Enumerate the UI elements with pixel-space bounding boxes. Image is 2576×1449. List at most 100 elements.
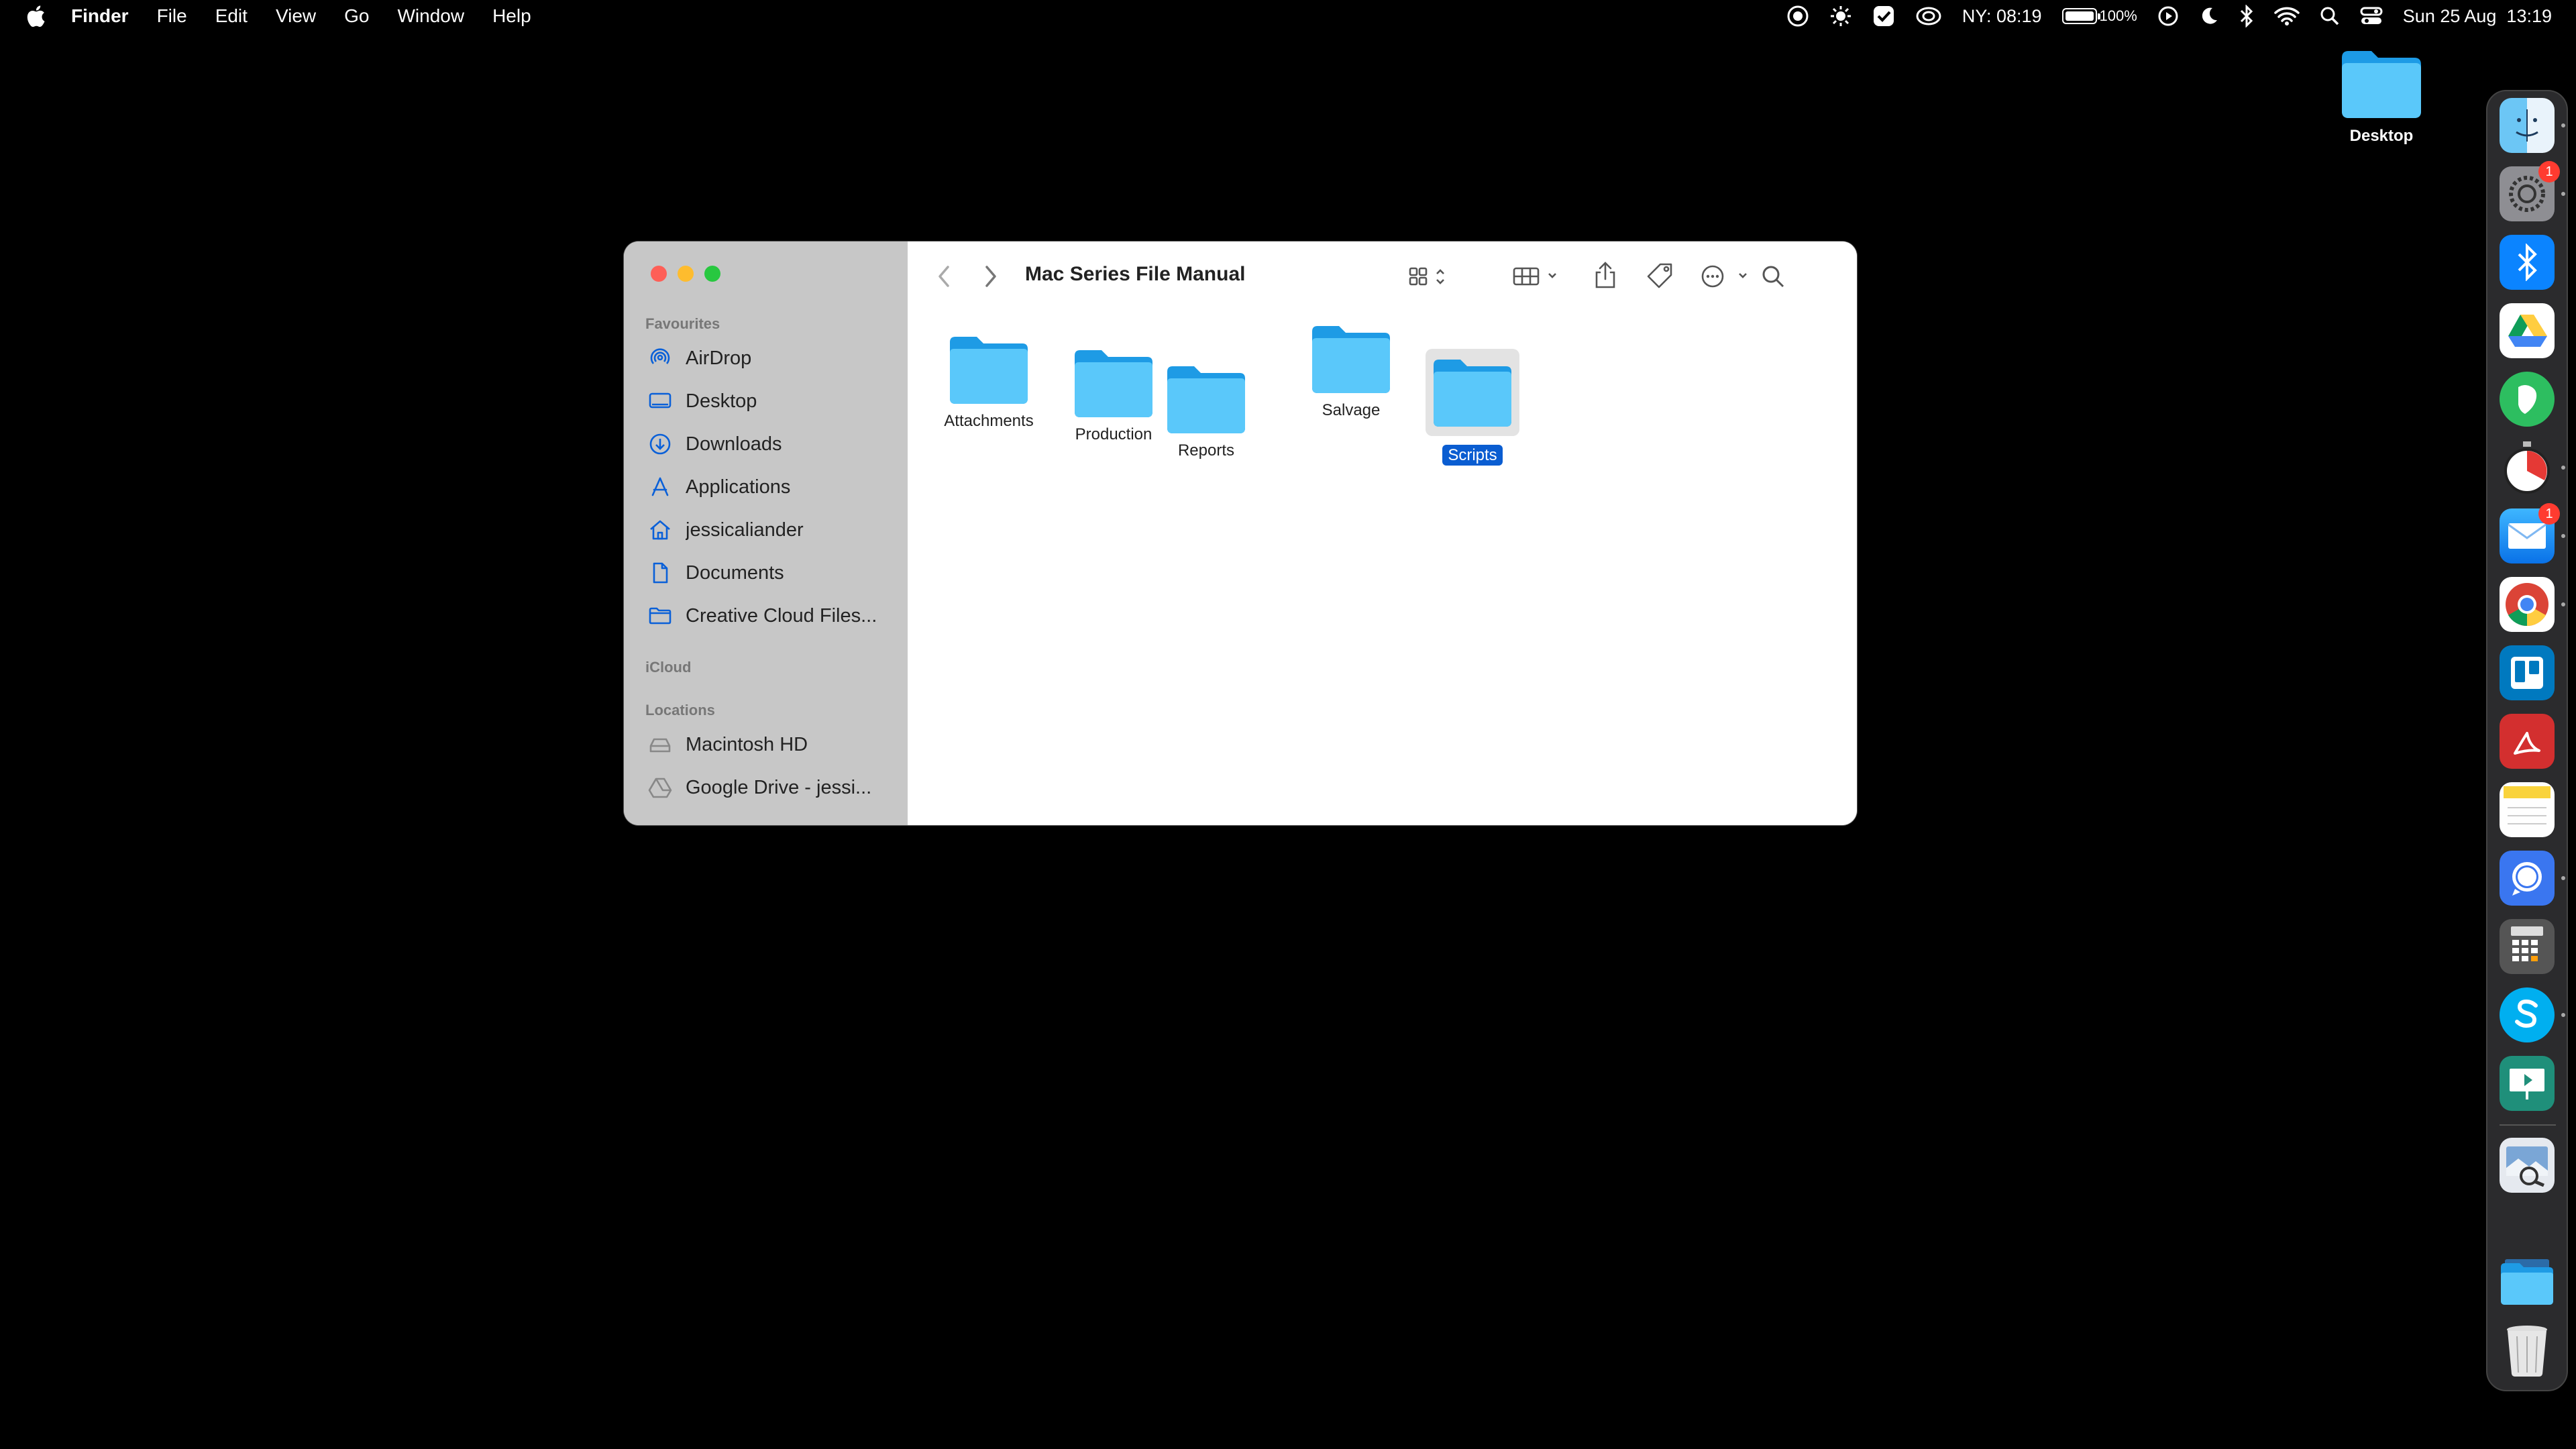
dock-preview-icon[interactable] [2500, 1138, 2555, 1193]
apple-logo-icon[interactable] [25, 5, 46, 28]
sidebar-item-label: Google Drive - jessi... [686, 776, 872, 798]
folder-name: Salvage [1322, 401, 1381, 419]
menubar-datetime[interactable]: Sun 25 Aug 13:19 [2403, 6, 2552, 27]
dock-bluetooth-icon[interactable] [2500, 235, 2555, 290]
battery-icon [2061, 8, 2100, 24]
sidebar-item-label: Applications [686, 476, 791, 498]
menu-edit[interactable]: Edit [215, 5, 248, 27]
folder-name: Attachments [944, 412, 1034, 430]
running-indicator [2561, 192, 2565, 196]
tag-icon[interactable] [1646, 262, 1675, 290]
battery-indicator[interactable]: 100% [2061, 7, 2137, 25]
dock-chrome-icon[interactable] [2500, 577, 2555, 632]
sidebar-item-downloads[interactable]: Downloads [648, 425, 896, 463]
applications-icon [651, 477, 669, 496]
moon-icon[interactable] [2199, 6, 2219, 26]
dock-google-drive-icon[interactable] [2500, 303, 2555, 358]
window-title: Mac Series File Manual [1025, 263, 1246, 285]
dock-skype-icon[interactable] [2500, 987, 2555, 1042]
dock-settings-icon[interactable]: 1 [2500, 161, 2560, 221]
wifi-icon[interactable] [2274, 6, 2300, 26]
group-by-icon[interactable] [1511, 263, 1565, 290]
forward-chevron-icon[interactable] [981, 264, 1000, 288]
menu-file[interactable]: File [157, 5, 187, 27]
sidebar-item-macintosh-hd[interactable]: Macintosh HD [648, 726, 896, 763]
dock-notes-icon[interactable] [2500, 782, 2555, 837]
dock-timer-icon[interactable] [2500, 440, 2555, 495]
dock-evernote-icon[interactable] [2500, 372, 2555, 427]
world-clock-text[interactable]: NY: 08:19 [1962, 6, 2042, 27]
dock-finder-icon[interactable] [2500, 98, 2555, 153]
desktop-folder[interactable]: Desktop [2334, 48, 2428, 146]
folder-icon [950, 337, 1028, 404]
dock-presentation-icon[interactable] [2500, 1056, 2555, 1111]
folder-icon [1075, 350, 1152, 417]
running-indicator [2561, 602, 2565, 606]
sidebar-item-label: Downloads [686, 433, 782, 455]
finder-toolbar: Mac Series File Manual [908, 241, 1857, 309]
folder-name: Production [1075, 425, 1152, 443]
folder-item-reports[interactable]: Reports [1149, 364, 1263, 460]
screen-record-icon[interactable] [1786, 5, 1809, 28]
icon-view-grid-icon[interactable] [1407, 263, 1456, 290]
downloads-icon [649, 433, 671, 455]
dock-mail-icon[interactable]: 1 [2500, 503, 2560, 564]
creative-cloud-icon[interactable] [1915, 5, 1942, 28]
zoom-button[interactable] [704, 266, 720, 282]
dock-downloads-stack-icon[interactable] [2500, 1254, 2555, 1309]
running-indicator [2561, 1013, 2565, 1017]
desktop-icon [649, 392, 672, 409]
dock-acrobat-icon[interactable] [2500, 714, 2555, 769]
search-icon[interactable] [1760, 263, 1786, 290]
thumb [1294, 323, 1408, 394]
sidebar-item-home[interactable]: jessicaliander [648, 511, 896, 549]
sidebar-item-creative-cloud[interactable]: Creative Cloud Files... [648, 597, 896, 635]
sidebar-section-icloud: iCloud [645, 659, 692, 676]
thumb [1426, 349, 1519, 436]
folder-item-salvage[interactable]: Salvage [1294, 323, 1408, 420]
control-center-icon[interactable] [2360, 6, 2383, 26]
sidebar-item-google-drive[interactable]: Google Drive - jessi... [648, 769, 896, 806]
close-button[interactable] [651, 266, 667, 282]
dock: 1 1 [2486, 90, 2568, 1391]
folder-item-scripts[interactable]: Scripts [1415, 349, 1529, 466]
sidebar-item-documents[interactable]: Documents [648, 554, 896, 592]
menu-go[interactable]: Go [344, 5, 369, 27]
sidebar-item-desktop[interactable]: Desktop [648, 382, 896, 420]
notification-badge: 1 [2538, 161, 2560, 182]
brightness-icon[interactable] [1829, 5, 1852, 28]
minimize-button[interactable] [678, 266, 694, 282]
menu-app-name[interactable]: Finder [71, 5, 129, 27]
dock-calculator-icon[interactable] [2500, 919, 2555, 974]
sidebar-item-label: Creative Cloud Files... [686, 604, 877, 627]
tasks-check-icon[interactable] [1872, 5, 1895, 28]
bluetooth-status-icon[interactable] [2239, 5, 2254, 28]
menu-help[interactable]: Help [492, 5, 531, 27]
google-drive-icon [648, 777, 672, 798]
dock-separator [2500, 1124, 2556, 1126]
thumb [932, 334, 1046, 405]
finder-sidebar: Favourites AirDrop Desktop Downloads App… [624, 241, 908, 825]
dock-trash-icon[interactable] [2500, 1323, 2555, 1378]
back-chevron-icon[interactable] [934, 264, 953, 288]
dock-signal-icon[interactable] [2500, 851, 2555, 906]
dock-trello-icon[interactable] [2500, 645, 2555, 700]
sidebar-item-airdrop[interactable]: AirDrop [648, 339, 896, 377]
sidebar-item-applications[interactable]: Applications [648, 468, 896, 506]
drive-icon [649, 738, 671, 753]
thumb [1149, 364, 1263, 435]
sidebar-item-label: Documents [686, 561, 784, 584]
airdrop-icon [650, 348, 670, 364]
menu-window[interactable]: Window [397, 5, 464, 27]
play-icon[interactable] [2157, 5, 2179, 27]
sidebar-section-favourites: Favourites [645, 315, 720, 332]
share-icon[interactable] [1592, 260, 1619, 290]
spotlight-search-icon[interactable] [2320, 6, 2340, 26]
folder-name: Scripts [1442, 445, 1503, 466]
menu-view[interactable]: View [276, 5, 316, 27]
folder-item-attachments[interactable]: Attachments [932, 334, 1046, 431]
more-actions-icon[interactable] [1699, 263, 1749, 290]
desktop-folder-label: Desktop [2349, 127, 2414, 145]
running-indicator [2561, 466, 2565, 470]
running-indicator [2561, 876, 2565, 880]
